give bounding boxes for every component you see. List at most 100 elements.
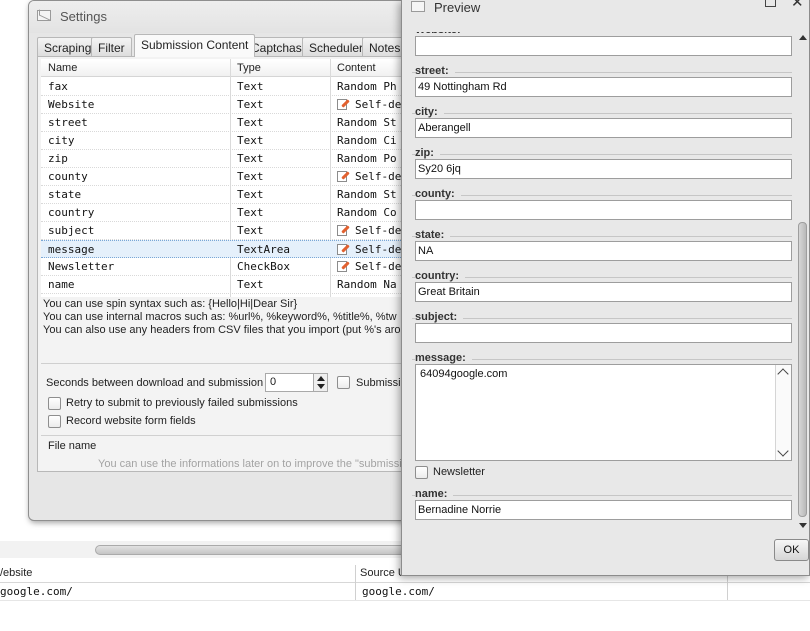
settings-window: Settings Scraping Filter Submission Cont… <box>28 0 423 521</box>
retry-checkbox[interactable] <box>48 397 61 410</box>
scrollbar-thumb[interactable] <box>798 222 807 517</box>
cell-content-text: Self-de <box>355 98 402 111</box>
chevron-down-icon[interactable] <box>777 445 789 457</box>
cell-type: Text <box>237 170 264 183</box>
scrollbar-thumb[interactable] <box>95 545 425 555</box>
maximize-icon[interactable] <box>765 0 776 7</box>
field-label-message: message: <box>415 352 472 364</box>
cell-content: Self-de <box>337 243 401 256</box>
help-line-macros: You can use internal macros such as: %ur… <box>43 311 397 323</box>
column-header-type[interactable]: Type <box>237 62 261 74</box>
tab-scraping[interactable]: Scraping <box>37 37 99 57</box>
column-header-name[interactable]: Name <box>48 62 77 74</box>
scroll-down-icon[interactable] <box>799 523 807 528</box>
pencil-icon <box>337 224 350 236</box>
county-input[interactable] <box>415 200 792 220</box>
preview-titlebar[interactable]: Preview ✕ <box>402 0 809 17</box>
close-icon[interactable]: ✕ <box>791 0 804 10</box>
subject-input[interactable] <box>415 323 792 343</box>
seconds-stepper[interactable]: 0 <box>265 373 328 392</box>
stepper-down-icon[interactable] <box>317 384 325 389</box>
table-row[interactable]: Website Text Self-de <box>41 96 417 114</box>
retry-checkbox-label: Retry to submit to previously failed sub… <box>66 397 298 409</box>
preview-form: Website: street:49 Nottingham Rd city:Aber… <box>412 32 792 530</box>
field-label-state: state: <box>415 229 451 241</box>
divider <box>412 318 792 319</box>
field-label-city: city: <box>415 106 444 118</box>
cell-type: Text <box>237 134 264 147</box>
field-label-county: county: <box>415 188 461 200</box>
cell-content-text: Random Na <box>337 278 397 291</box>
file-name-hint: You can use the informations later on to… <box>98 458 408 470</box>
cell-content-text: Random Ci <box>337 134 397 147</box>
cell-type: Text <box>237 206 264 219</box>
newsletter-checkbox[interactable] <box>415 466 428 479</box>
stepper-up-icon[interactable] <box>317 376 325 381</box>
cell-content-text: Random St <box>337 188 397 201</box>
grid-header-website[interactable]: /ebsite <box>0 567 32 579</box>
field-label-zip: zip: <box>415 147 440 159</box>
divider <box>412 236 792 237</box>
table-row[interactable]: zip Text Random Po <box>41 150 417 168</box>
country-input[interactable]: Great Britain <box>415 282 792 302</box>
stepper-buttons[interactable] <box>313 374 327 391</box>
record-checkbox[interactable] <box>48 415 61 428</box>
message-textarea[interactable]: 64094google.com <box>415 364 792 461</box>
cell-name: country <box>48 206 95 219</box>
cell-content-text: Random St <box>337 116 397 129</box>
textarea-scrollbar[interactable] <box>775 365 791 460</box>
zip-input[interactable]: Sy20 6jq <box>415 159 792 179</box>
table-row[interactable]: message TextArea Self-de <box>41 240 417 258</box>
preview-scrollbar[interactable] <box>798 32 808 530</box>
cell-type: Text <box>237 116 264 129</box>
seconds-value[interactable]: 0 <box>270 376 276 388</box>
cell-name: Newsletter <box>48 260 115 273</box>
table-row[interactable]: county Text Self-de <box>41 168 417 186</box>
table-row[interactable]: name Text Random Na <box>41 276 417 294</box>
table-row[interactable]: state Text Random St <box>41 186 417 204</box>
settings-titlebar[interactable]: Settings <box>29 1 422 33</box>
city-input[interactable]: Aberangell <box>415 118 792 138</box>
field-label-website: Website: <box>415 32 467 36</box>
table-row[interactable]: google.com/ google.com/ <box>0 583 810 601</box>
state-input[interactable]: NA <box>415 241 792 261</box>
cell-content: Random Na <box>337 278 397 291</box>
name-input[interactable]: Bernadine Norrie <box>415 500 792 520</box>
table-row[interactable]: city Text Random Ci <box>41 132 417 150</box>
cell-name: state <box>48 188 82 201</box>
cell-type: Text <box>237 98 264 111</box>
pencil-icon <box>337 243 350 255</box>
cell-name: county <box>48 170 88 183</box>
cell-content: Self-de <box>337 260 401 273</box>
divider <box>412 195 792 196</box>
cell-name: city <box>48 134 75 147</box>
chevron-up-icon[interactable] <box>777 368 789 380</box>
website-input[interactable] <box>415 36 792 56</box>
record-checkbox-label: Record website form fields <box>66 415 196 427</box>
tab-scheduler[interactable]: Scheduler <box>302 37 371 57</box>
tab-filter[interactable]: Filter <box>91 37 132 57</box>
table-row[interactable]: fax Text Random Ph <box>41 78 417 96</box>
tab-submission-content[interactable]: Submission Content <box>134 34 256 57</box>
cell-type: Text <box>237 224 264 237</box>
cell-name: subject <box>48 224 95 237</box>
scroll-up-icon[interactable] <box>799 35 807 40</box>
table-row[interactable]: subject Text Self-de <box>41 222 417 240</box>
table-row[interactable]: country Text Random Co <box>41 204 417 222</box>
field-label-name: name: <box>415 488 454 500</box>
submission-checkbox-label: Submissio <box>356 377 407 389</box>
field-label-street: street: <box>415 65 455 77</box>
table-row[interactable]: street Text Random St <box>41 114 417 132</box>
background-horizontal-scrollbar[interactable] <box>0 541 425 558</box>
street-input[interactable]: 49 Nottingham Rd <box>415 77 792 97</box>
table-row[interactable]: Newsletter CheckBox Self-de <box>41 258 417 276</box>
cell-content-text: Random Po <box>337 152 397 165</box>
cell-name: name <box>48 278 75 291</box>
cell-content: Random St <box>337 116 397 129</box>
divider <box>41 363 413 364</box>
submission-checkbox[interactable] <box>337 376 350 389</box>
column-header-content[interactable]: Content <box>337 62 376 74</box>
ok-button[interactable]: OK <box>774 539 809 561</box>
table-header: Name Type Content <box>41 59 417 77</box>
preview-window: Preview ✕ Website: street:49 Nottingham R… <box>401 0 810 576</box>
